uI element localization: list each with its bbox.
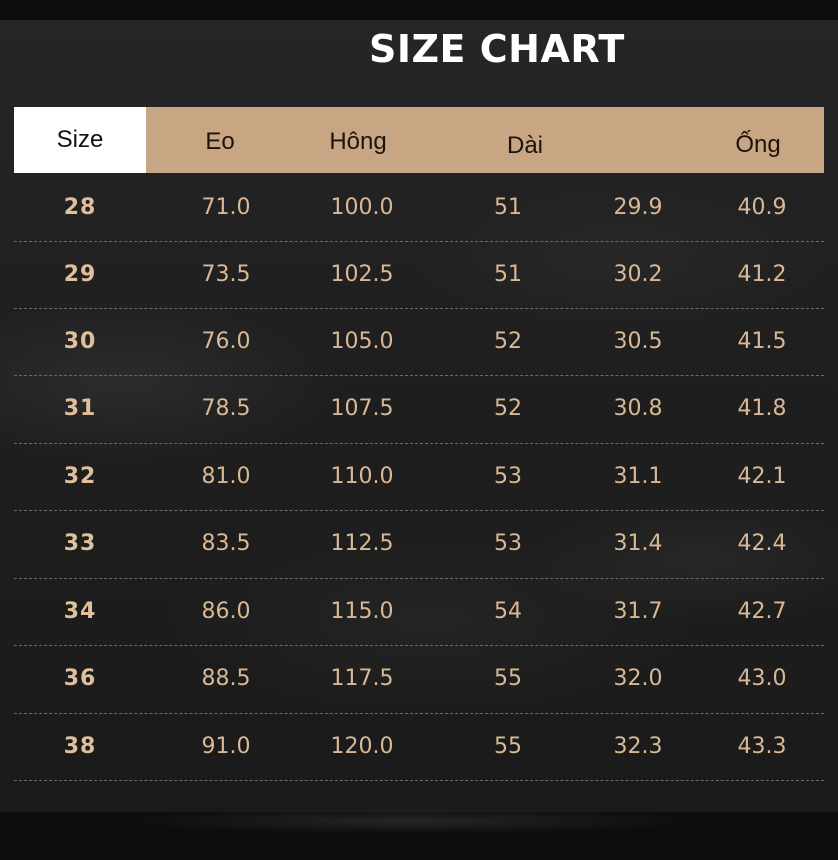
cell-dai: 53 <box>494 464 522 489</box>
cell-dai: 52 <box>494 396 522 421</box>
cell-c5: 29.9 <box>613 195 663 220</box>
header-hong: Hông <box>329 128 387 155</box>
table-row: 32 81.0 110.0 53 31.1 42.1 <box>14 443 824 510</box>
cell-size: 34 <box>63 599 97 624</box>
cell-dai: 55 <box>494 734 522 759</box>
cell-eo: 73.5 <box>201 262 251 287</box>
cell-ong: 41.5 <box>737 329 787 354</box>
table-row: 30 76.0 105.0 52 30.5 41.5 <box>14 308 824 375</box>
cell-hong: 112.5 <box>330 531 394 556</box>
cell-ong: 41.8 <box>737 396 787 421</box>
cell-eo: 88.5 <box>201 666 251 691</box>
cell-size: 36 <box>63 666 97 691</box>
cell-ong: 41.2 <box>737 262 787 287</box>
cell-size: 38 <box>63 734 97 759</box>
cell-size: 33 <box>63 531 97 556</box>
cell-eo: 76.0 <box>201 329 251 354</box>
cell-hong: 102.5 <box>330 262 394 287</box>
row-divider <box>14 780 824 781</box>
cell-ong: 42.7 <box>737 599 787 624</box>
cell-size: 29 <box>63 262 97 287</box>
cell-c5: 32.0 <box>613 666 663 691</box>
cell-ong: 42.1 <box>737 464 787 489</box>
cell-dai: 51 <box>494 195 522 220</box>
header-eo: Eo <box>205 128 235 155</box>
cell-size: 32 <box>63 464 97 489</box>
table-row: 34 86.0 115.0 54 31.7 42.7 <box>14 578 824 645</box>
page-title: SIZE CHART <box>369 27 625 71</box>
header-dai: Dài <box>506 132 543 159</box>
cell-c5: 31.4 <box>613 531 663 556</box>
table-row: 38 91.0 120.0 55 32.3 43.3 <box>14 713 824 780</box>
bottom-shadow <box>120 808 700 834</box>
table-row: 33 83.5 112.5 53 31.4 42.4 <box>14 510 824 577</box>
cell-dai: 51 <box>494 262 522 287</box>
cell-hong: 115.0 <box>330 599 394 624</box>
cell-eo: 83.5 <box>201 531 251 556</box>
table-row: 29 73.5 102.5 51 30.2 41.2 <box>14 241 824 308</box>
cell-hong: 107.5 <box>330 396 394 421</box>
cell-hong: 117.5 <box>330 666 394 691</box>
header-ong: Ống <box>735 131 781 158</box>
top-border <box>0 0 838 20</box>
cell-c5: 32.3 <box>613 734 663 759</box>
cell-eo: 71.0 <box>201 195 251 220</box>
cell-dai: 53 <box>494 531 522 556</box>
cell-ong: 43.3 <box>737 734 787 759</box>
cell-eo: 91.0 <box>201 734 251 759</box>
cell-eo: 86.0 <box>201 599 251 624</box>
header-blank <box>578 107 698 173</box>
cell-hong: 110.0 <box>330 464 394 489</box>
cell-hong: 100.0 <box>330 195 394 220</box>
cell-size: 31 <box>63 396 97 421</box>
header-size: Size <box>14 107 146 173</box>
cell-dai: 52 <box>494 329 522 354</box>
cell-c5: 31.1 <box>613 464 663 489</box>
cell-c5: 30.5 <box>613 329 663 354</box>
cell-size: 28 <box>63 195 97 220</box>
cell-hong: 105.0 <box>330 329 394 354</box>
cell-ong: 42.4 <box>737 531 787 556</box>
cell-c5: 31.7 <box>613 599 663 624</box>
table-row: 28 71.0 100.0 51 29.9 40.9 <box>14 174 824 241</box>
cell-ong: 40.9 <box>737 195 787 220</box>
cell-hong: 120.0 <box>330 734 394 759</box>
cell-c5: 30.2 <box>613 262 663 287</box>
cell-eo: 81.0 <box>201 464 251 489</box>
table-header: Size Eo Hông Dài Ống <box>14 107 824 173</box>
cell-dai: 54 <box>494 599 522 624</box>
cell-dai: 55 <box>494 666 522 691</box>
cell-size: 30 <box>63 329 97 354</box>
cell-eo: 78.5 <box>201 396 251 421</box>
table-row: 36 88.5 117.5 55 32.0 43.0 <box>14 645 824 712</box>
table-row: 31 78.5 107.5 52 30.8 41.8 <box>14 375 824 442</box>
cell-ong: 43.0 <box>737 666 787 691</box>
cell-c5: 30.8 <box>613 396 663 421</box>
